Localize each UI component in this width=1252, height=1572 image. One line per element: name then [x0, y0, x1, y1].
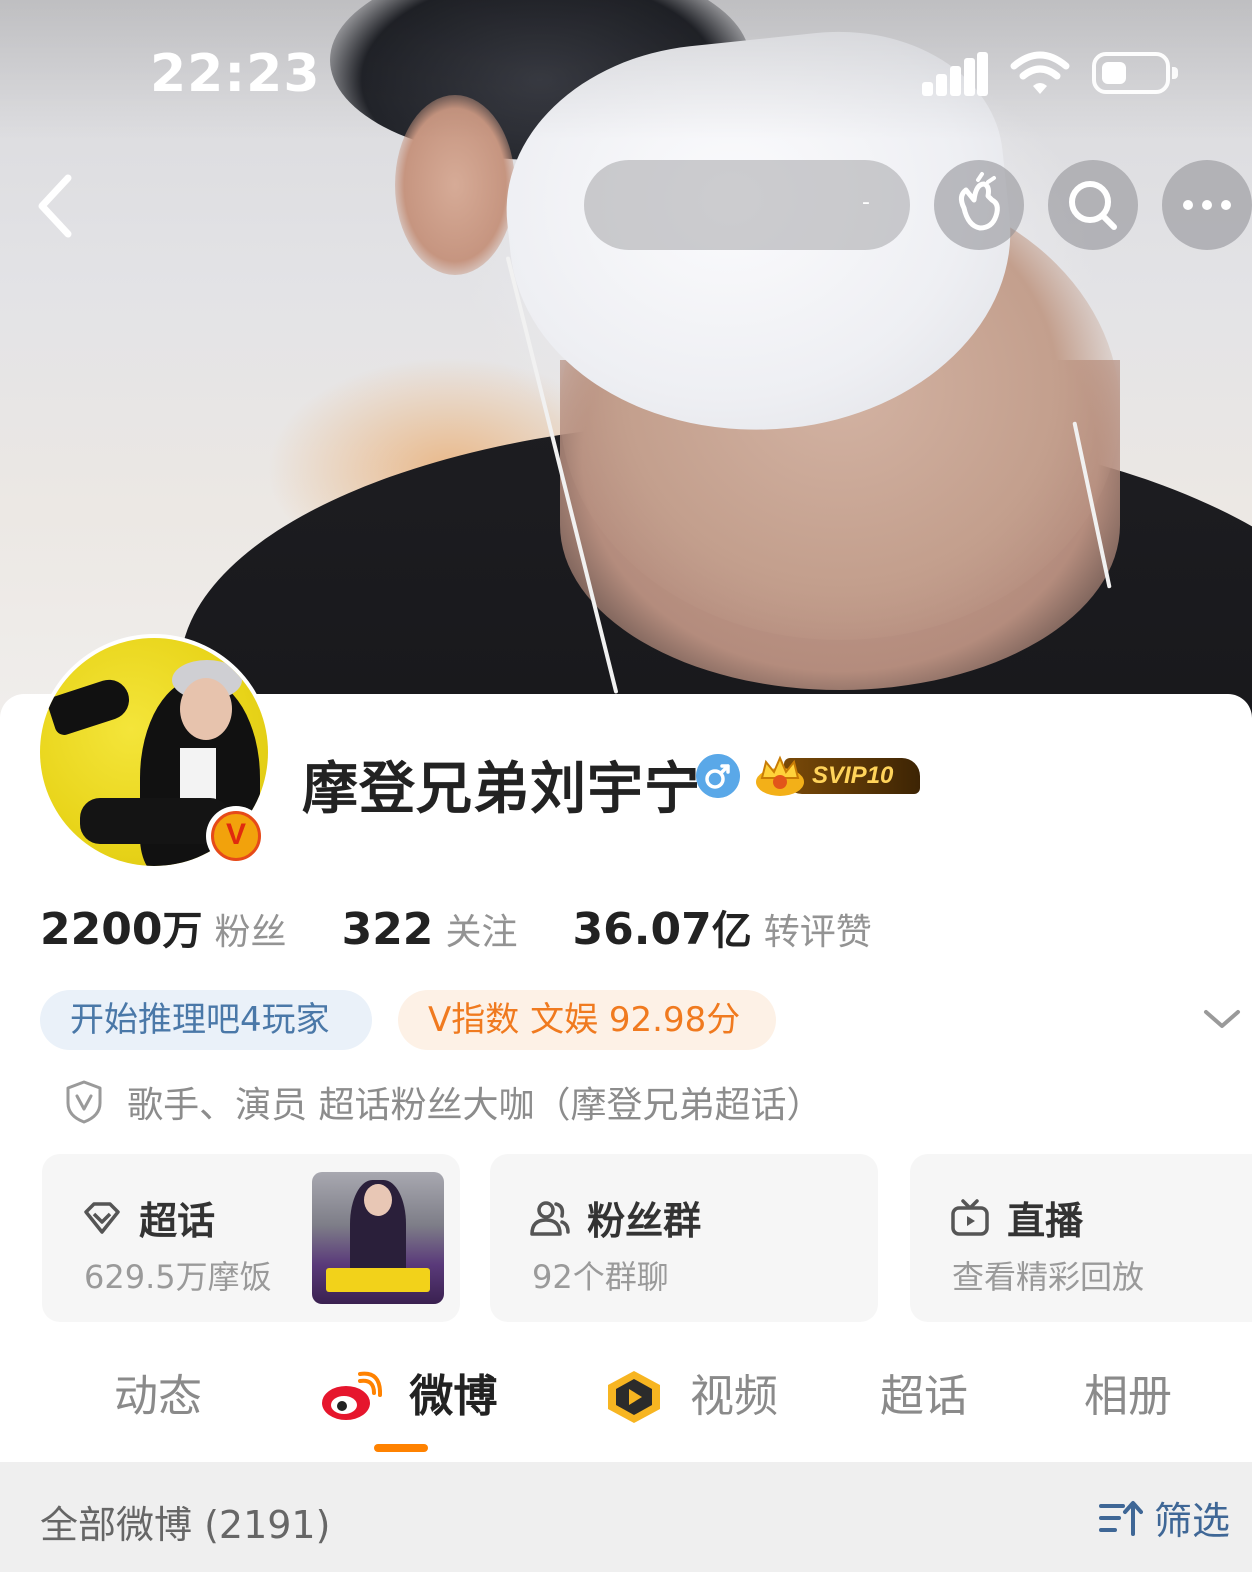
- tab-supertopic[interactable]: 超话: [880, 1360, 968, 1430]
- svip-badge[interactable]: SVIP10: [754, 752, 924, 798]
- search-icon: [1069, 181, 1117, 230]
- active-tab-indicator: [374, 1444, 428, 1452]
- status-time: 22:23: [150, 44, 321, 104]
- supertopic-thumbnail: [312, 1172, 444, 1304]
- tile-fan-group[interactable]: 粉丝群 92个群聊: [490, 1154, 878, 1322]
- tile-supertopic[interactable]: 超话 629.5万摩饭: [42, 1154, 460, 1322]
- video-play-icon: [608, 1371, 660, 1423]
- weibo-logo-icon: [322, 1371, 382, 1420]
- search-hint: -: [862, 190, 870, 215]
- male-gender-icon: [696, 754, 740, 798]
- verified-v-badge: V: [206, 806, 266, 866]
- tab-weibo[interactable]: 微博: [320, 1360, 497, 1430]
- back-chevron-icon[interactable]: [30, 170, 90, 242]
- verification-text: 歌手、演员 超话粉丝大咖（摩登兄弟超话）: [127, 1085, 823, 1126]
- battery-icon: [1092, 52, 1178, 94]
- all-posts-count[interactable]: 全部微博 (2191): [40, 1494, 330, 1549]
- stat-following[interactable]: 322 关注: [342, 903, 518, 955]
- tile-live[interactable]: 直播 查看精彩回放: [910, 1154, 1252, 1322]
- wifi-icon: [1010, 51, 1070, 94]
- tab-activity[interactable]: 动态: [114, 1360, 202, 1430]
- game-tag-pill[interactable]: 开始推理吧4玩家: [40, 990, 372, 1050]
- stats-row: 2200万 粉丝 322 关注 36.07亿 转评赞: [40, 898, 922, 956]
- stat-followers[interactable]: 2200万 粉丝: [40, 898, 286, 956]
- tab-video[interactable]: 视频: [604, 1360, 778, 1430]
- v-index-pill[interactable]: V指数 文娱 92.98分: [398, 990, 776, 1050]
- tab-album[interactable]: 相册: [1084, 1360, 1172, 1430]
- more-button[interactable]: [1162, 160, 1252, 250]
- svip-label: SVIP10: [812, 762, 894, 789]
- search-button[interactable]: [1048, 160, 1138, 250]
- tv-icon: [951, 1198, 989, 1236]
- nav-search-pill[interactable]: -: [584, 160, 910, 250]
- feed-filter-bar: 全部微博 (2191) 筛选: [0, 1462, 1252, 1572]
- diamond-icon: [84, 1201, 120, 1234]
- verification-row[interactable]: 歌手、演员 超话粉丝大咖（摩登兄弟超话）: [64, 1076, 823, 1128]
- filter-sort-icon: [1098, 1500, 1143, 1536]
- hand-wave-button[interactable]: [934, 160, 1024, 250]
- profile-name: 摩登兄弟刘宇宁: [302, 757, 701, 822]
- signal-icon: [922, 52, 988, 96]
- profile-tabs: 动态 微博 视频 超话 相册: [0, 1360, 1252, 1430]
- people-icon: [530, 1200, 570, 1236]
- stat-interactions[interactable]: 36.07亿 转评赞: [573, 898, 872, 956]
- more-icon: [1183, 200, 1231, 210]
- crown-icon: [756, 755, 804, 796]
- shield-v-icon: [66, 1080, 102, 1124]
- cover-photo[interactable]: [0, 0, 1252, 730]
- chevron-down-icon[interactable]: [1200, 1004, 1244, 1034]
- filter-button[interactable]: 筛选: [1097, 1490, 1230, 1545]
- hand-wave-icon: [958, 172, 1000, 231]
